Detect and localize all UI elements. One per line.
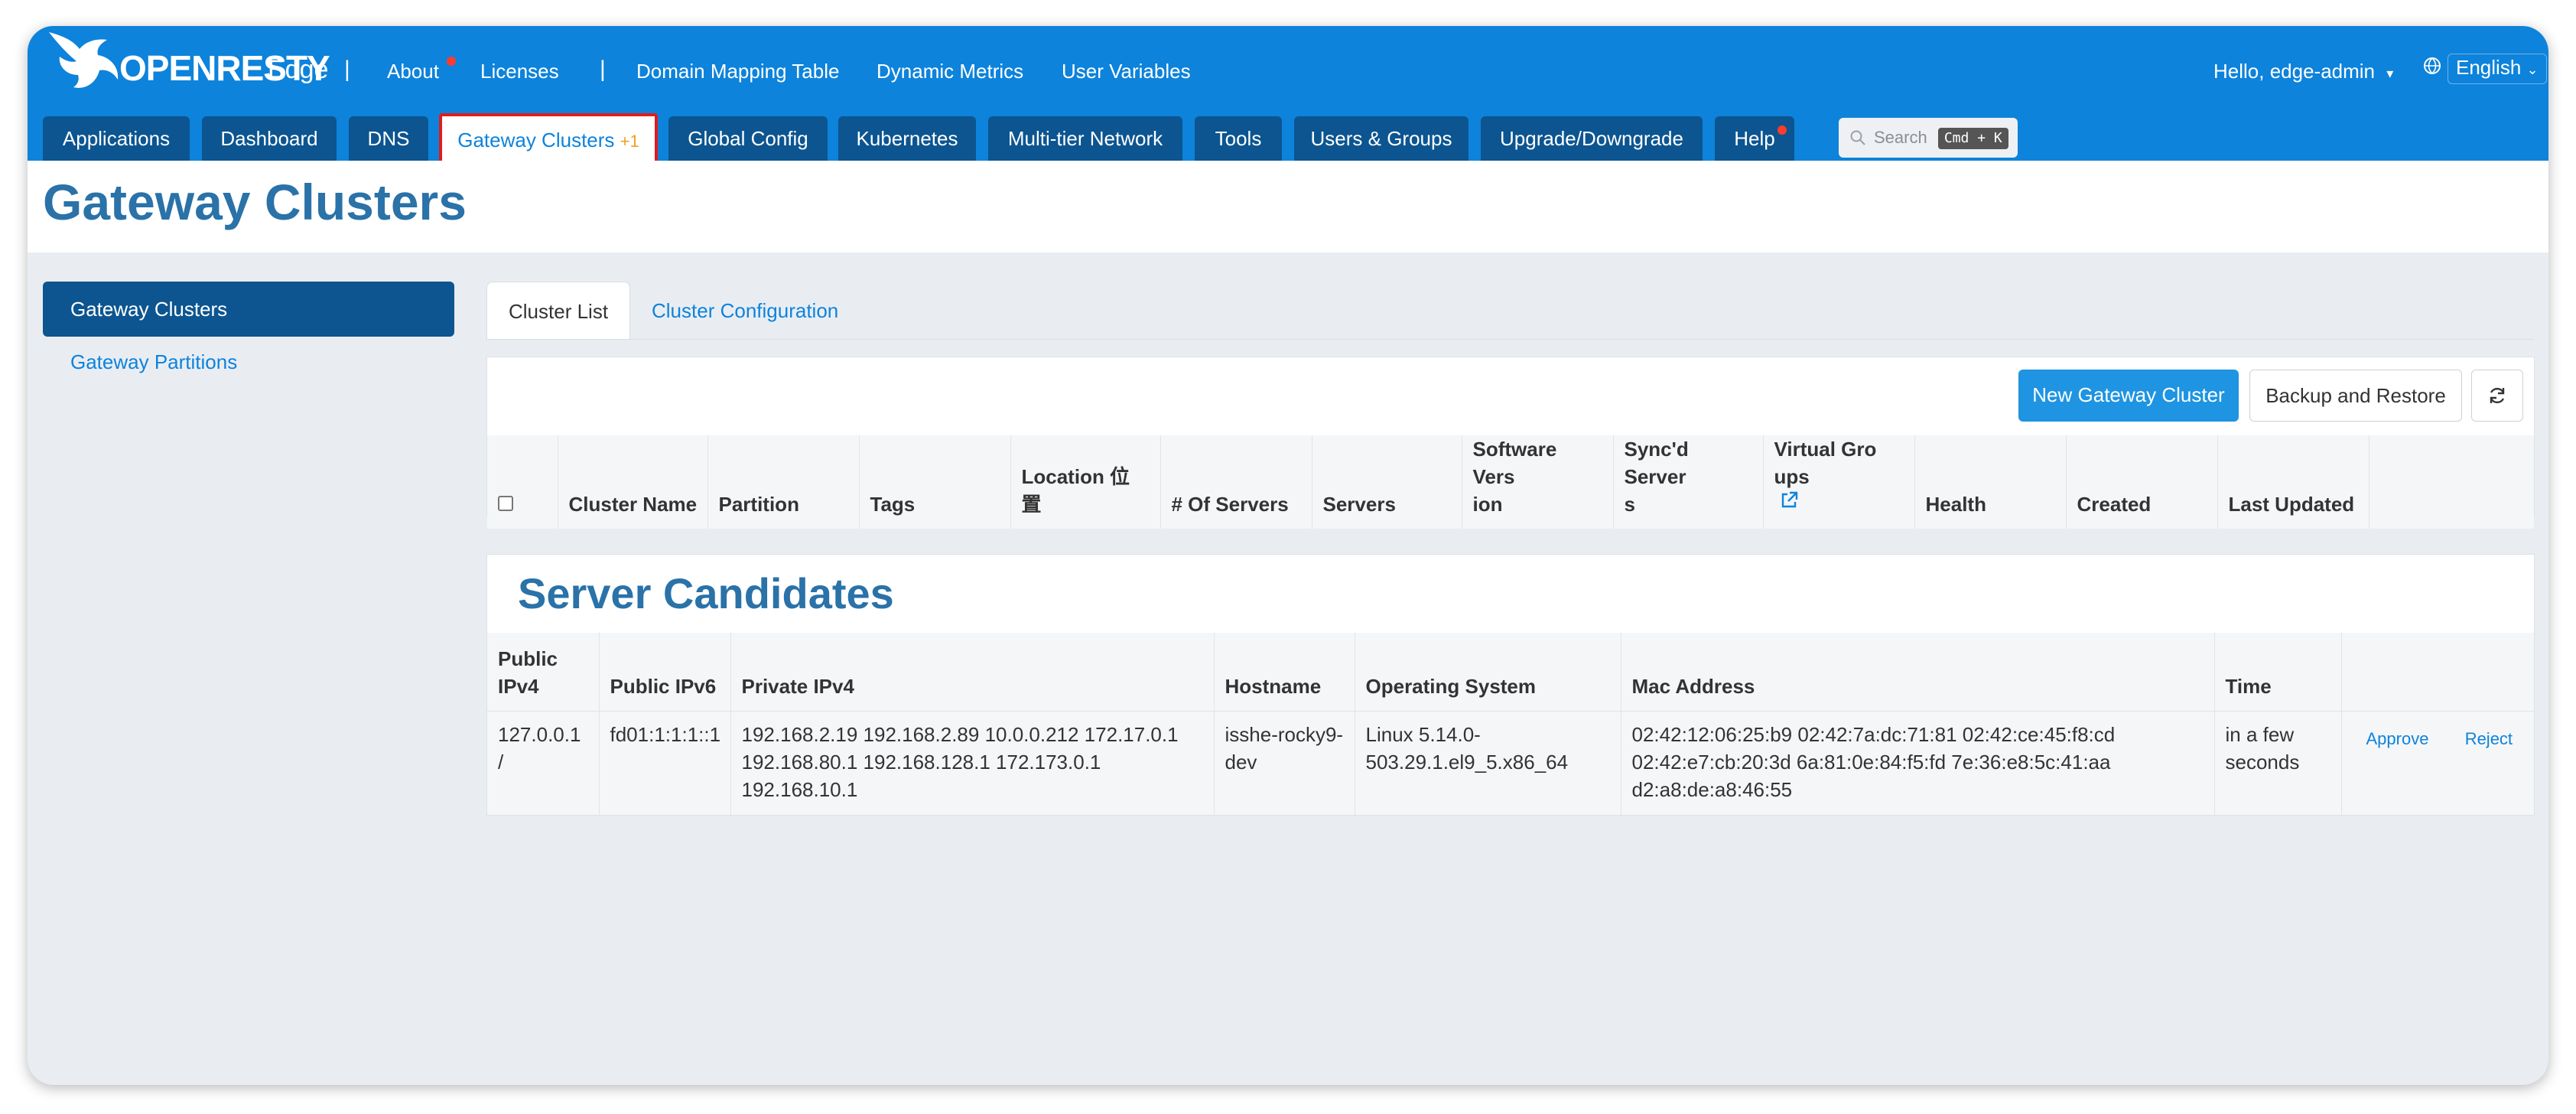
sidebar-item-gateway-partitions[interactable]: Gateway Partitions — [70, 350, 237, 374]
notification-dot — [447, 57, 456, 66]
col-mac-address: Mac Address — [1620, 633, 2214, 711]
cell-public-ipv6: fd01:1:1:1::1 — [598, 710, 730, 815]
cell-time: in a few seconds — [2213, 710, 2341, 815]
tab-applications[interactable]: Applications — [43, 116, 190, 161]
col-operating-system: Operating System — [1354, 633, 1621, 711]
tab-count-badge: +1 — [620, 132, 639, 151]
col-hostname: Hostname — [1213, 633, 1355, 711]
select-all-checkbox[interactable] — [498, 496, 513, 511]
caret-down-icon: ▾ — [2386, 66, 2394, 81]
search-placeholder: Search — [1874, 128, 1927, 147]
top-bar: OPENRESTY Edge | About Licenses | Domain… — [28, 26, 2548, 167]
search-icon — [1850, 130, 1865, 145]
col-time: Time — [2213, 633, 2341, 711]
col-software-version[interactable]: Software Vers ion — [1461, 435, 1613, 529]
tab-upgrade-downgrade[interactable]: Upgrade/Downgrade — [1481, 116, 1703, 161]
col-partition[interactable]: Partition — [707, 435, 859, 529]
user-greeting: Hello, edge-admin — [2213, 60, 2376, 83]
tab-gateway-clusters[interactable]: Gateway Clusters +1 — [439, 113, 658, 167]
cluster-table: Cluster Name Partition Tags Location 位 置… — [487, 435, 2534, 529]
divider: | — [600, 57, 606, 82]
col-servers[interactable]: Servers — [1311, 435, 1462, 529]
user-variables-link[interactable]: User Variables — [1062, 60, 1191, 83]
tab-users-groups[interactable]: Users & Groups — [1294, 116, 1469, 161]
table-header-row: Public IPv4 Public IPv6 Private IPv4 Hos… — [487, 633, 2534, 711]
page-header: Gateway Clusters — [28, 161, 2548, 252]
cell-public-ipv4: 127.0.0.1 / — [487, 710, 599, 815]
tab-dashboard[interactable]: Dashboard — [202, 116, 337, 161]
reject-link[interactable]: Reject — [2465, 729, 2513, 748]
cell-mac-address: 02:42:12:06:25:b9 02:42:7a:dc:71:81 02:4… — [1620, 710, 2214, 815]
table-row: 127.0.0.1 / fd01:1:1:1::1 192.168.2.19 1… — [487, 710, 2534, 815]
tab-help[interactable]: Help — [1715, 116, 1794, 161]
cluster-list-panel: New Gateway Cluster Backup and Restore C… — [486, 357, 2535, 529]
tab-multi-tier-network[interactable]: Multi-tier Network — [988, 116, 1182, 161]
page-title: Gateway Clusters — [43, 174, 467, 230]
tab-divider — [486, 339, 2533, 340]
app-window: OPENRESTY Edge | About Licenses | Domain… — [28, 26, 2548, 1085]
approve-link[interactable]: Approve — [2366, 729, 2429, 748]
cell-operating-system: Linux 5.14.0- 503.29.1.el9_5.x86_64 — [1354, 710, 1621, 815]
cell-private-ipv4: 192.168.2.19 192.168.2.89 10.0.0.212 172… — [730, 710, 1214, 815]
search-input[interactable]: Search Cmd + K — [1839, 118, 2018, 158]
external-link-icon[interactable] — [1779, 490, 1799, 510]
col-synced-servers[interactable]: Sync'd Server s — [1612, 435, 1763, 529]
col-location[interactable]: Location 位 置 — [1010, 435, 1160, 529]
dynamic-metrics-link[interactable]: Dynamic Metrics — [877, 60, 1023, 83]
globe-icon — [2424, 57, 2441, 74]
language-select[interactable]: English ⌄ — [2448, 54, 2547, 84]
tab-label: Gateway Clusters — [457, 129, 615, 151]
col-public-ipv6: Public IPv6 — [598, 633, 730, 711]
openresty-logo[interactable]: OPENRESTY Edge — [43, 26, 364, 110]
tab-tools[interactable]: Tools — [1195, 116, 1282, 161]
domain-mapping-link[interactable]: Domain Mapping Table — [636, 60, 839, 83]
candidates-table: Public IPv4 Public IPv6 Private IPv4 Hos… — [487, 633, 2534, 815]
help-notification-dot — [1778, 125, 1787, 135]
col-private-ipv4: Private IPv4 — [730, 633, 1214, 711]
server-candidates-panel: Server Candidates Public IPv4 Public IPv… — [486, 554, 2535, 816]
col-public-ipv4: Public IPv4 — [487, 633, 599, 711]
tab-kubernetes[interactable]: Kubernetes — [838, 116, 976, 161]
col-actions — [2368, 435, 2534, 529]
select-all-cell — [487, 435, 558, 529]
licenses-link[interactable]: Licenses — [480, 60, 559, 83]
col-actions — [2340, 633, 2534, 711]
user-menu[interactable]: Hello, edge-admin ▾ — [2213, 60, 2393, 83]
cell-hostname: isshe-rocky9- dev — [1213, 710, 1355, 815]
section-title: Server Candidates — [518, 569, 894, 617]
shortcut-hint: Cmd + K — [1937, 128, 2008, 150]
refresh-icon — [2490, 387, 2505, 404]
about-link[interactable]: About — [387, 60, 439, 83]
tab-dns[interactable]: DNS — [349, 116, 428, 161]
new-gateway-cluster-button[interactable]: New Gateway Cluster — [2018, 370, 2239, 422]
divider: | — [344, 57, 350, 82]
cell-actions: Approve Reject — [2340, 710, 2534, 815]
refresh-button[interactable] — [2471, 370, 2523, 422]
col-last-updated[interactable]: Last Updated — [2217, 435, 2369, 529]
table-header-row: Cluster Name Partition Tags Location 位 置… — [487, 435, 2534, 529]
col-virtual-groups[interactable]: Virtual Gro ups — [1762, 435, 1914, 529]
tab-global-config[interactable]: Global Config — [668, 116, 828, 161]
chevron-down-icon: ⌄ — [2526, 62, 2539, 77]
product-name: Edge — [268, 55, 329, 84]
col-health[interactable]: Health — [1914, 435, 2066, 529]
col-cluster-name[interactable]: Cluster Name — [557, 435, 707, 529]
language-label: English — [2456, 56, 2522, 79]
col-tags[interactable]: Tags — [858, 435, 1010, 529]
sidebar-item-gateway-clusters[interactable]: Gateway Clusters — [43, 282, 454, 337]
col-num-servers[interactable]: # Of Servers — [1160, 435, 1312, 529]
backup-restore-button[interactable]: Backup and Restore — [2249, 370, 2462, 422]
tab-cluster-list[interactable]: Cluster List — [486, 282, 631, 340]
col-virtual-groups-label: Virtual Gro ups — [1774, 438, 1877, 488]
col-created[interactable]: Created — [2065, 435, 2217, 529]
tab-cluster-configuration[interactable]: Cluster Configuration — [630, 282, 860, 340]
